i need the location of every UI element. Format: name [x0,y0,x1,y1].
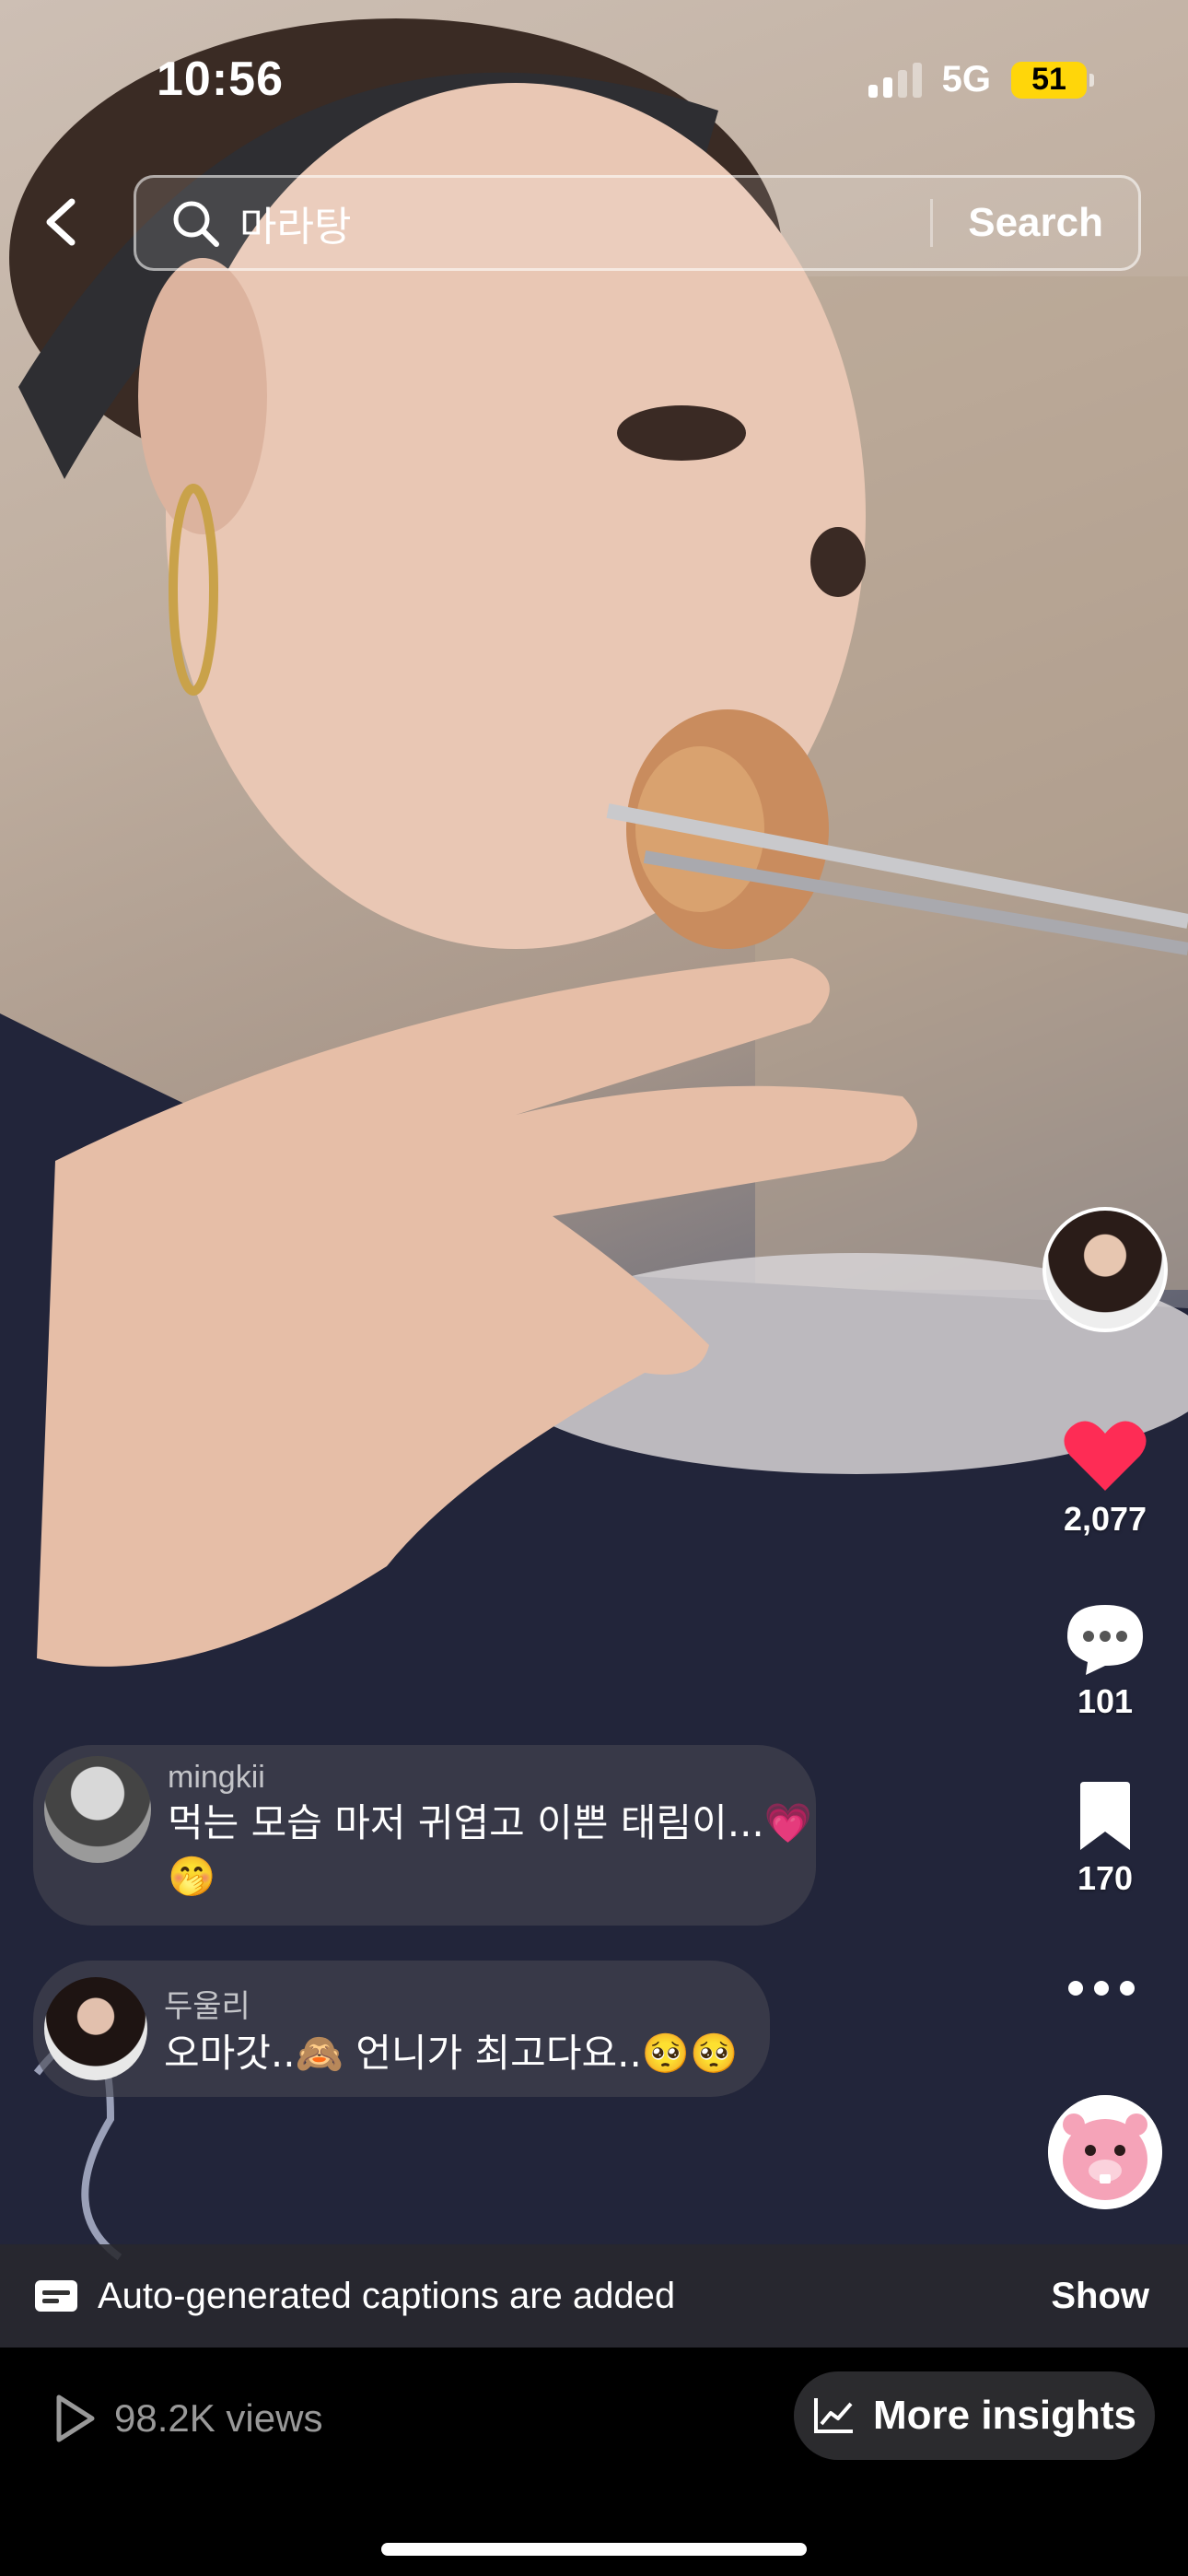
bottom-bar: 98.2K views More insights [0,2348,1188,2576]
battery-level: 51 [1031,62,1066,97]
save-count: 170 [1077,1859,1134,1897]
comment-bubble-2[interactable]: 두울리 오마갓..🙈 언니가 최고다요..🥺🥺 [33,1961,770,2097]
comment-bubble-icon [1067,1605,1143,1675]
search-icon [173,201,219,247]
captions-banner: Auto-generated captions are added Show [0,2244,1188,2348]
comment-text: 오마갓..🙈 언니가 최고다요..🥺🥺 [164,2031,739,2076]
network-type: 5G [941,59,991,100]
comment-username: mingkii [168,1760,265,1795]
views-count: 98.2K views [114,2396,323,2440]
status-indicators: 5G 51 [868,59,1094,100]
captions-message: Auto-generated captions are added [98,2275,676,2316]
captions-show-button[interactable]: Show [1051,2276,1149,2317]
comment-count: 101 [1077,1682,1134,1720]
more-dots-icon [1068,1981,1083,1996]
sound-character-icon [1048,2095,1162,2209]
play-icon [56,2395,95,2442]
like-count: 2,077 [1063,1500,1147,1538]
comment-text-cont: 🤭 [168,1854,216,1899]
heart-icon [1064,1421,1147,1491]
comment-username: 두울리 [164,1989,250,2024]
comment-avatar-2[interactable] [44,1977,147,2080]
comment-text: 먹는 모습 마저 귀엽고 이쁜 태림이...💗 [168,1800,813,1845]
comment-bubble-1[interactable]: mingkii 먹는 모습 마저 귀엽고 이쁜 태림이...💗 🤭 [33,1745,816,1926]
captions-icon [35,2280,77,2312]
search-bar[interactable]: 마라탕 Search [134,175,1141,271]
search-input[interactable]: 마라탕 [239,193,930,252]
chart-icon [813,2398,853,2433]
like-button[interactable]: 2,077 [1031,1417,1179,1539]
signal-icon [868,62,922,98]
bookmark-icon [1080,1782,1130,1850]
back-button[interactable] [33,190,88,254]
sound-avatar[interactable] [1048,2095,1162,2209]
status-time: 10:56 [157,53,284,106]
search-button[interactable]: Search [933,200,1138,246]
back-chevron-icon [46,198,76,246]
home-indicator[interactable] [381,2543,807,2556]
creator-avatar[interactable] [1042,1207,1168,1332]
save-button[interactable]: 170 [1031,1780,1179,1898]
more-options-button[interactable] [1068,1981,1135,1996]
views-indicator: 98.2K views [53,2394,322,2443]
comment-avatar-1[interactable] [44,1756,151,1863]
insights-label: More insights [872,2393,1137,2438]
comment-button[interactable]: 101 [1031,1601,1179,1721]
battery-icon: 51 [1011,61,1094,99]
more-insights-button[interactable]: More insights [794,2371,1155,2460]
